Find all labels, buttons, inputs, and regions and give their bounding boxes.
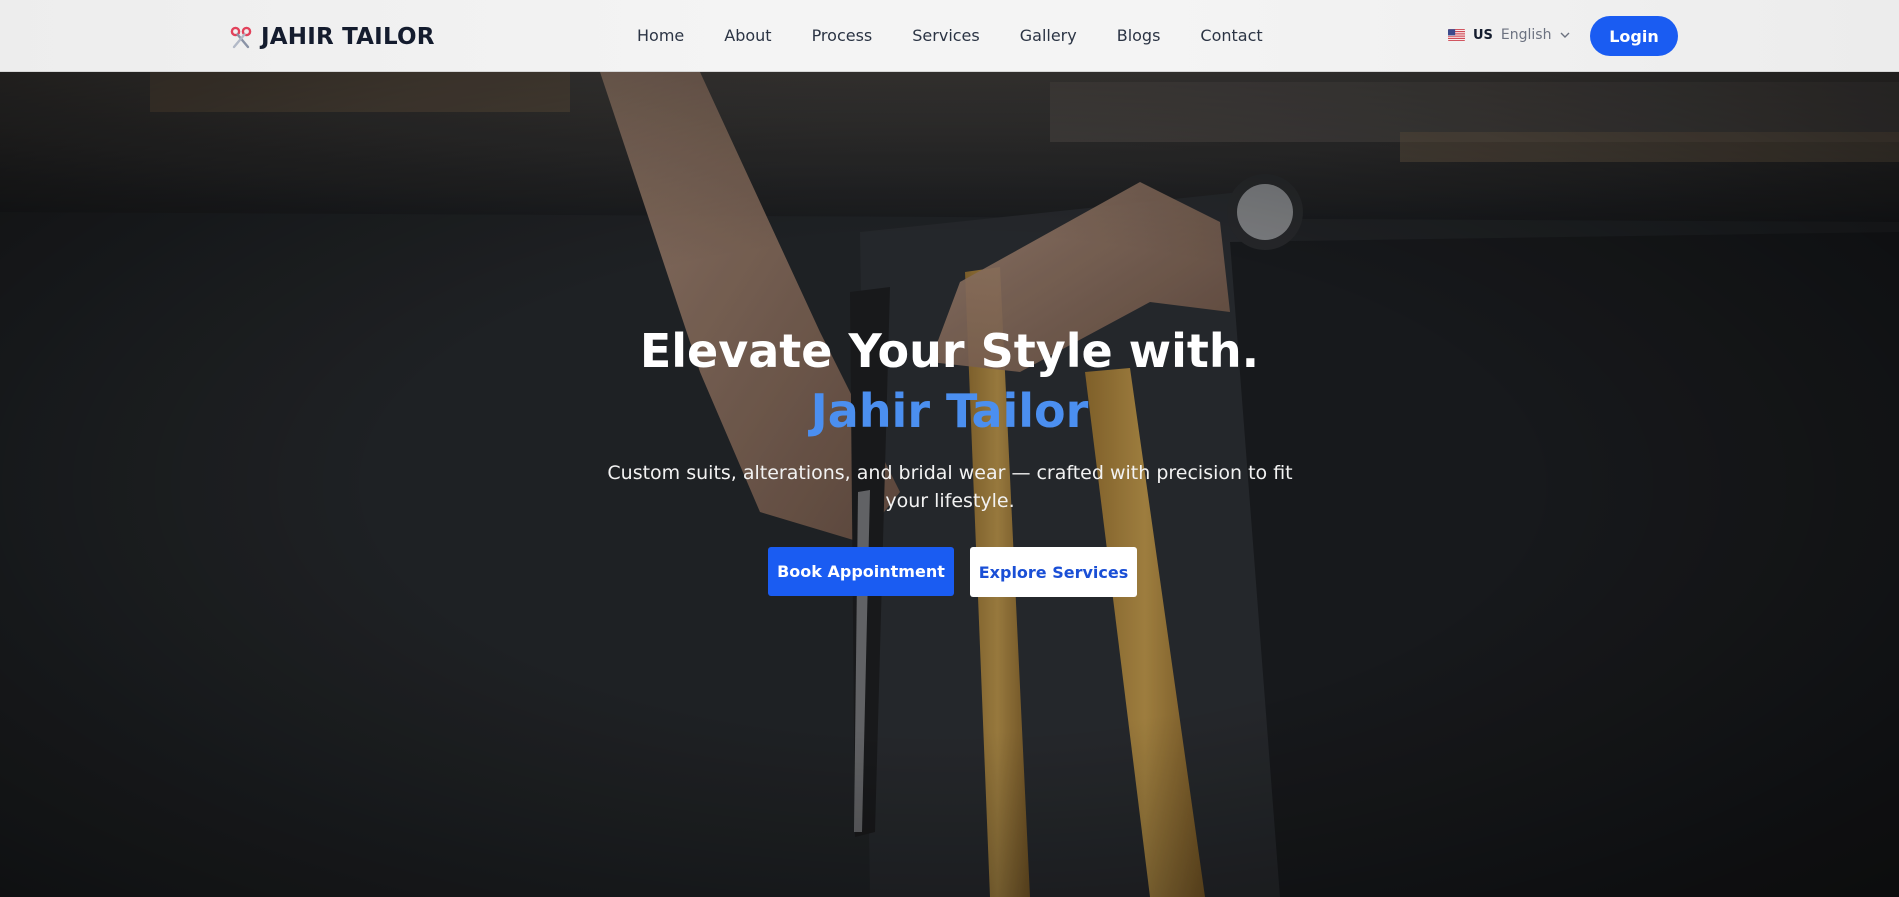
nav-gallery[interactable]: Gallery (1020, 26, 1077, 45)
hero-subtitle: Custom suits, alterations, and bridal we… (607, 462, 1293, 512)
chevron-down-icon (1560, 32, 1570, 38)
hero-title-accent: Jahir Tailor (810, 384, 1089, 438)
hero-title: Elevate Your Style with. (639, 324, 1260, 378)
nav-services[interactable]: Services (912, 26, 979, 45)
brand-name: JAHIR TAILOR (261, 24, 435, 50)
nav-about[interactable]: About (724, 26, 771, 45)
explore-services-button[interactable]: Explore Services (970, 547, 1137, 597)
hero-section: Elevate Your Style with. Jahir Tailor Cu… (0, 72, 1899, 897)
brand-logo[interactable]: JAHIR TAILOR (229, 24, 435, 50)
language-code: US (1473, 27, 1493, 43)
language-selector[interactable]: US English (1448, 26, 1571, 44)
scissors-icon (230, 26, 252, 49)
language-name: English (1500, 27, 1552, 43)
site-header: JAHIR TAILOR Home About Process Services… (0, 0, 1899, 72)
nav-home[interactable]: Home (637, 26, 684, 45)
nav-process[interactable]: Process (812, 26, 873, 45)
login-button[interactable]: Login (1590, 16, 1678, 56)
nav-blogs[interactable]: Blogs (1117, 26, 1161, 45)
main-nav: Home About Process Services Gallery Blog… (637, 26, 1263, 45)
us-flag-icon (1448, 29, 1465, 41)
nav-contact[interactable]: Contact (1200, 26, 1262, 45)
book-appointment-button[interactable]: Book Appointment (768, 547, 954, 596)
